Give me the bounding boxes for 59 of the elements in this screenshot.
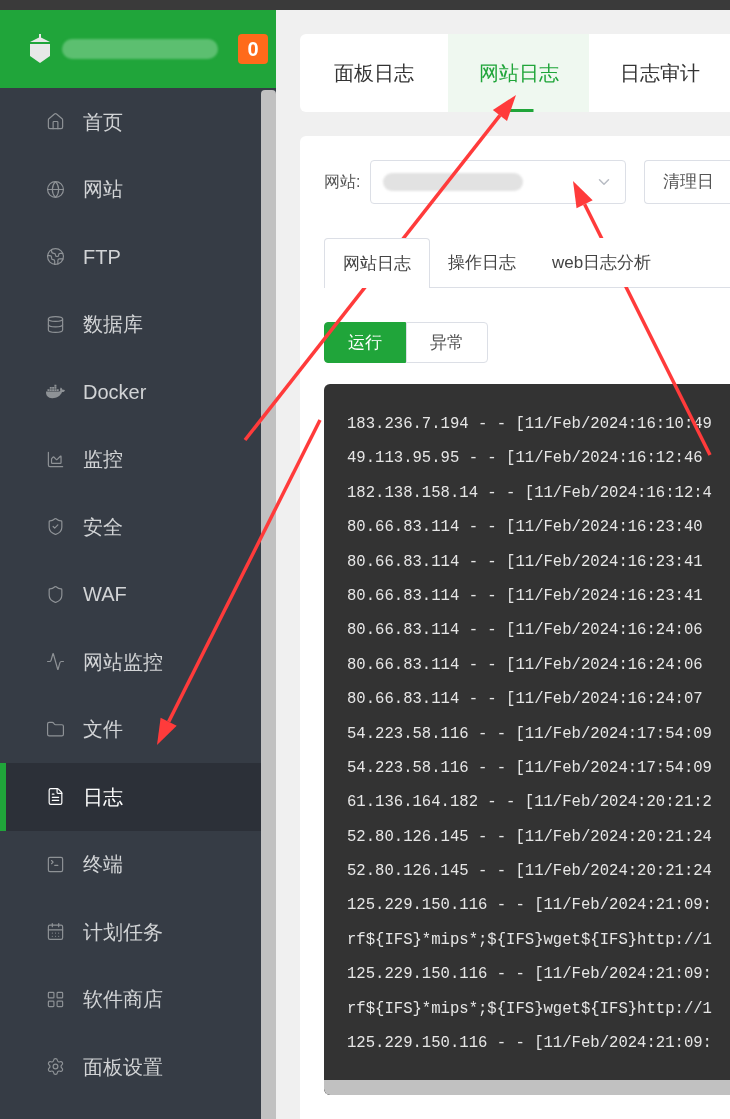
filter-toggle[interactable]: 异常 — [406, 322, 488, 363]
log-line: 61.136.164.182 - - [11/Feb/2024:20:21:2 — [347, 792, 713, 814]
terminal-icon — [46, 854, 65, 874]
globe-icon — [46, 247, 65, 267]
log-line: 80.66.83.114 - - [11/Feb/2024:16:23:40 — [347, 517, 704, 539]
sidebar-item[interactable]: 网站监控 — [0, 628, 261, 696]
sidebar-item[interactable]: Docker — [0, 358, 261, 426]
castle-logo-icon — [28, 34, 52, 64]
sidebar-item[interactable]: 文件 — [0, 695, 261, 763]
sidebar-item[interactable]: 安全 — [0, 493, 261, 561]
field-label: 网站: — [324, 172, 361, 192]
log-line: rf${IFS}*mips*;${IFS}wget${IFS}http://1 — [347, 998, 713, 1020]
sidebar-item[interactable]: 网站 — [0, 155, 261, 223]
log-line: 49.113.95.95 - - [11/Feb/2024:16:12:46 — [347, 448, 704, 470]
sidebar-item[interactable]: 终端 — [0, 830, 261, 898]
sidebar-item[interactable]: 计划任务 — [0, 898, 261, 966]
globe-icon — [46, 179, 65, 199]
log-line: 52.80.126.145 - - [11/Feb/2024:20:21:24 — [347, 826, 713, 848]
log-line: 54.223.58.116 - - [11/Feb/2024:17:54:09 — [347, 723, 713, 745]
whale-icon — [46, 382, 65, 402]
log-line: 80.66.83.114 - - [11/Feb/2024:16:24:06 — [347, 620, 704, 642]
active-indicator — [0, 763, 6, 831]
sidebar-item[interactable]: 日志 — [0, 763, 261, 831]
sidebar-item[interactable]: 首页 — [0, 88, 261, 156]
database-icon — [46, 314, 65, 334]
log-line: 54.223.58.116 - - [11/Feb/2024:17:54:09 — [347, 757, 713, 779]
calendar-icon — [46, 922, 65, 942]
folder-icon — [46, 719, 65, 739]
log-line: 80.66.83.114 - - [11/Feb/2024:16:23:41 — [347, 551, 704, 573]
tab[interactable]: 日志审计 — [589, 34, 730, 112]
log-line: 52.80.126.145 - - [11/Feb/2024:20:21:24 — [347, 861, 713, 883]
log-line: 80.66.83.114 - - [11/Feb/2024:16:24:06 — [347, 654, 704, 676]
log-line: 125.229.150.116 - - [11/Feb/2024:21:09: — [347, 1033, 713, 1055]
sidebar-item[interactable]: 软件商店 — [0, 965, 261, 1033]
sidebar-item[interactable]: 面板设置 — [0, 1033, 261, 1101]
log-line: 125.229.150.116 - - [11/Feb/2024:21:09: — [347, 964, 713, 986]
home-icon — [46, 112, 65, 132]
tab[interactable]: 面板日志 — [300, 34, 449, 112]
sub-tab[interactable]: 网站日志 — [324, 238, 430, 288]
horizontal-scrollbar[interactable] — [324, 1080, 730, 1095]
log-line: 80.66.83.114 - - [11/Feb/2024:16:23:41 — [347, 585, 704, 607]
shield-icon — [46, 517, 65, 537]
log-line: 125.229.150.116 - - [11/Feb/2024:21:09: — [347, 895, 713, 917]
clear-log-button[interactable]: 清理日 — [644, 160, 730, 204]
log-line: 182.138.158.14 - - [11/Feb/2024:16:12:4 — [347, 482, 713, 504]
log-line: 80.66.83.114 - - [11/Feb/2024:16:24:07 — [347, 689, 704, 711]
sidebar-item[interactable]: WAF — [0, 560, 261, 628]
scrollbar[interactable] — [261, 90, 276, 1119]
shield-icon — [46, 584, 65, 604]
log-line: rf${IFS}*mips*;${IFS}wget${IFS}http://1 — [347, 929, 713, 951]
chart-icon — [46, 449, 65, 469]
document-icon — [46, 787, 65, 807]
sidebar-item[interactable]: 监控 — [0, 425, 261, 493]
pulse-icon — [46, 652, 65, 672]
sidebar-item[interactable]: FTP — [0, 223, 261, 291]
sidebar-item[interactable]: 数据库 — [0, 290, 261, 358]
grid-icon — [46, 989, 65, 1009]
settings-icon — [46, 1057, 65, 1077]
site-select[interactable] — [370, 160, 627, 204]
